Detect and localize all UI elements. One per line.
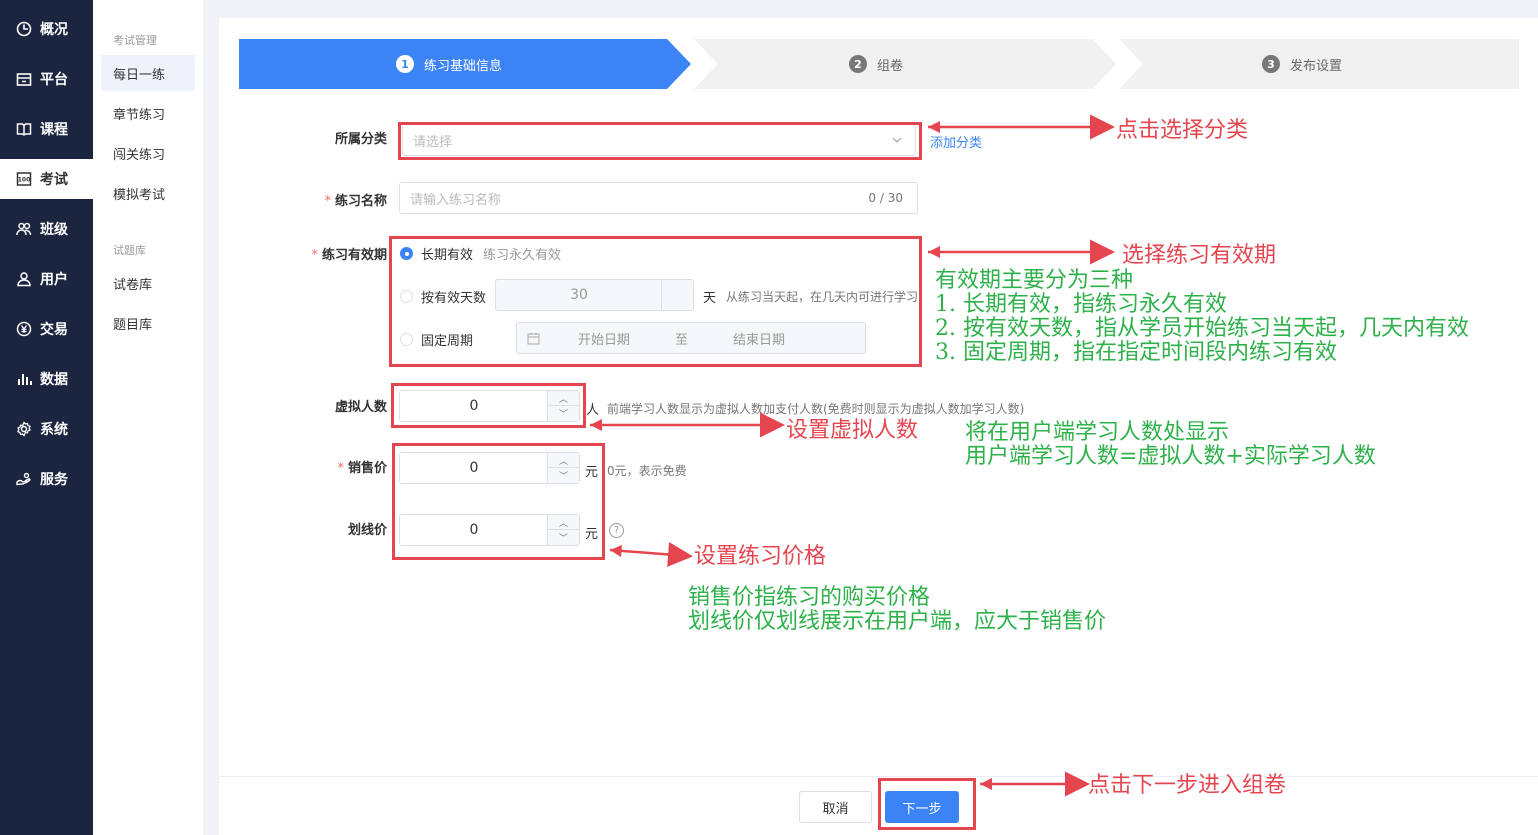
add-category-link[interactable]: 添加分类 — [930, 132, 982, 151]
nav-label: 交易 — [40, 322, 68, 338]
annotation-virtual-detail: 将在用户端学习人数处显示 用户端学习人数=虚拟人数+实际学习人数 — [965, 420, 1376, 469]
sub-group-title: 试题库 — [113, 244, 146, 257]
nav-label: 班级 — [40, 222, 68, 238]
highlight-price — [392, 443, 605, 560]
annotation-next: 点击下一步进入组卷 — [1088, 773, 1287, 798]
sub-item-questions[interactable]: 题目库 — [101, 305, 195, 341]
price-hint: 0元，表示免费 — [607, 464, 687, 478]
virtual-label: 虚拟人数 — [334, 400, 387, 415]
name-placeholder: 请输入练习名称 — [410, 192, 502, 208]
platform-icon — [16, 71, 32, 87]
annotation-virtual: 设置虚拟人数 — [786, 418, 919, 443]
name-label: * 练习名称 — [324, 194, 387, 209]
category-label: 所属分类 — [334, 132, 387, 147]
sub-item-papers[interactable]: 试卷库 — [101, 265, 195, 301]
nav-label: 数据 — [40, 372, 68, 388]
nav-item-class[interactable]: 班级 — [0, 209, 93, 249]
nav-label: 用户 — [40, 272, 68, 288]
highlight-next — [878, 778, 976, 830]
virtual-unit: 人 — [586, 403, 600, 418]
step-label: 发布设置 — [1290, 58, 1343, 74]
step-label: 练习基础信息 — [424, 58, 503, 74]
sub-item-chapter[interactable]: 章节练习 — [101, 95, 195, 131]
price-label: * 销售价 — [337, 461, 387, 476]
nav-item-service[interactable]: 服务 — [0, 459, 93, 499]
step-bar: 1 练习基础信息 2 组卷 3 发布设置 — [239, 39, 1519, 89]
nav-item-trade[interactable]: 交易 — [0, 309, 93, 349]
step-label: 组卷 — [877, 58, 904, 74]
dashboard-icon — [16, 21, 32, 37]
annotation-validity-detail: 有效期主要分为三种 1. 长期有效，指练习永久有效 2. 按有效天数，指从学员开… — [935, 268, 1469, 365]
sub-nav: 考试管理 每日一练 章节练习 闯关练习 模拟考试 试题库 试卷库 题目库 — [93, 0, 203, 835]
exam-icon: 100 — [16, 171, 32, 187]
nav-label: 考试 — [40, 172, 68, 188]
step-2[interactable]: 2 组卷 — [849, 39, 903, 89]
annotation-validity: 选择练习有效期 — [1122, 243, 1277, 268]
nav-item-overview[interactable]: 概况 — [0, 9, 93, 49]
nav-item-platform[interactable]: 平台 — [0, 59, 93, 99]
gear-icon — [16, 421, 32, 437]
name-input[interactable]: 请输入练习名称 0 / 30 — [399, 182, 918, 214]
sub-group-title: 考试管理 — [113, 34, 157, 47]
nav-label: 服务 — [40, 472, 68, 488]
nav-item-user[interactable]: 用户 — [0, 259, 93, 299]
name-counter: 0 / 30 — [868, 191, 903, 205]
nav-label: 平台 — [40, 72, 68, 88]
nav-label: 概况 — [40, 22, 68, 38]
nav-item-data[interactable]: 数据 — [0, 359, 93, 399]
book-icon — [16, 121, 32, 137]
cancel-button[interactable]: 取消 — [799, 791, 872, 823]
class-icon — [16, 221, 32, 237]
footer-divider — [219, 776, 1538, 777]
nav-label: 系统 — [40, 422, 68, 438]
service-icon — [16, 471, 32, 487]
step-1[interactable]: 1 练习基础信息 — [396, 39, 502, 89]
step-number: 3 — [1262, 55, 1280, 73]
strike-price-label: 划线价 — [347, 523, 387, 538]
highlight-virtual — [391, 383, 586, 428]
nav-item-course[interactable]: 课程 — [0, 109, 93, 149]
nav-item-exam[interactable]: 100 考试 — [0, 159, 93, 199]
nav-item-system[interactable]: 系统 — [0, 409, 93, 449]
highlight-validity — [389, 236, 922, 367]
main-nav: 概况 平台 课程 100 考试 班级 用户 交易 数据 系统 服务 — [0, 0, 93, 835]
svg-text:100: 100 — [18, 177, 31, 184]
chart-icon — [16, 371, 32, 387]
step-number: 1 — [396, 55, 414, 73]
step-3[interactable]: 3 发布设置 — [1262, 39, 1342, 89]
sub-item-daily[interactable]: 每日一练 — [101, 55, 195, 91]
validity-label: * 练习有效期 — [311, 248, 387, 263]
step-number: 2 — [849, 55, 867, 73]
user-icon — [16, 271, 32, 287]
sub-item-mock[interactable]: 模拟考试 — [101, 175, 195, 211]
annotation-price: 设置练习价格 — [694, 544, 827, 569]
sub-item-level[interactable]: 闯关练习 — [101, 135, 195, 171]
annotation-price-detail: 销售价指练习的购买价格 划线价仅划线展示在用户端，应大于销售价 — [688, 585, 1107, 634]
help-icon[interactable]: ? — [609, 523, 624, 538]
yen-icon — [16, 321, 32, 337]
nav-label: 课程 — [40, 122, 68, 138]
highlight-category — [398, 122, 922, 160]
annotation-category: 点击选择分类 — [1116, 118, 1249, 143]
